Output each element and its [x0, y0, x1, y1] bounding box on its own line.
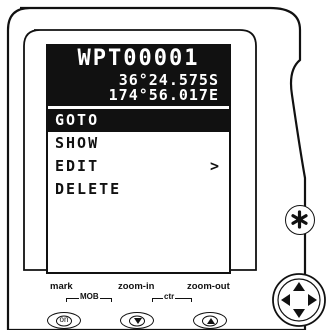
menu-item-show[interactable]: SHOW [48, 132, 229, 155]
zoom-out-button[interactable] [193, 312, 227, 329]
menu-item-label: SHOW [55, 134, 100, 152]
zoom-in-button[interactable] [120, 312, 154, 329]
asterisk-icon [291, 210, 308, 229]
waypoint-name: WPT00001 [77, 46, 200, 71]
waypoint-header: WPT00001 36°24.575S 174°56.017E [48, 46, 229, 106]
menu-item-goto[interactable]: GOTO [48, 109, 229, 132]
triangle-up-icon [207, 318, 215, 324]
waypoint-menu: GOTO SHOW EDIT > DELETE [48, 106, 229, 201]
side-button[interactable] [285, 205, 315, 235]
menu-item-label: EDIT [55, 157, 100, 175]
zoom-out-label: zoom-out [187, 281, 230, 292]
mob-label: MOB [79, 292, 100, 301]
longitude-readout: 174°56.017E [108, 86, 219, 104]
on-button[interactable]: on [47, 312, 81, 329]
menu-item-delete[interactable]: DELETE [48, 178, 229, 201]
menu-item-label: GOTO [55, 111, 100, 129]
submenu-chevron-icon: > [209, 157, 221, 175]
menu-item-label: DELETE [55, 180, 122, 198]
lcd-screen: WPT00001 36°24.575S 174°56.017E GOTO SHO… [46, 44, 231, 274]
triangle-down-icon [134, 318, 142, 324]
on-label: on [59, 315, 69, 324]
dpad-icon[interactable] [271, 272, 327, 328]
mark-label: mark [50, 281, 73, 292]
menu-item-edit[interactable]: EDIT > [48, 155, 229, 178]
zoom-in-label: zoom-in [118, 281, 155, 292]
ctr-label: ctr [163, 292, 176, 301]
